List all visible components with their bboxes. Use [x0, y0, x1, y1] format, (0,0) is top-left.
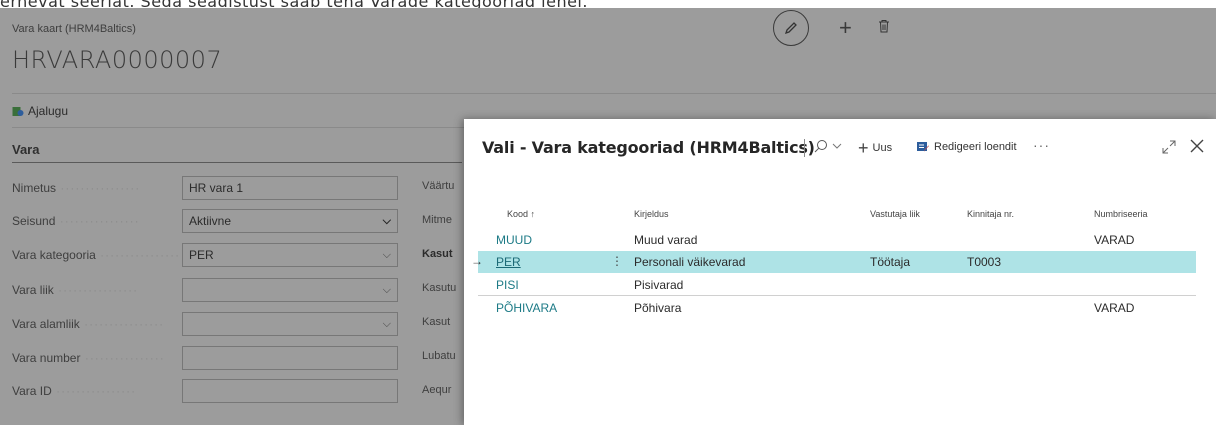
- asset-id-input[interactable]: [182, 379, 398, 403]
- table-row[interactable]: PISI Pisivarad: [478, 274, 1196, 296]
- column-header-number-series[interactable]: Numbriseeria: [1094, 209, 1148, 219]
- breadcrumb: Vara kaart (HRM4Baltics): [12, 23, 136, 35]
- column-header-description[interactable]: Kirjeldus: [634, 209, 669, 219]
- chevron-down-icon: ⌵: [382, 215, 391, 227]
- description-cell: Muud varad: [634, 233, 698, 247]
- search-button[interactable]: [814, 139, 842, 153]
- field-value: PER: [189, 248, 214, 262]
- field-label: Vara kategooria: [12, 248, 182, 262]
- right-field-label: Kasut: [422, 316, 451, 328]
- right-field-label: Mitme: [422, 214, 452, 226]
- plus-icon: +: [858, 138, 869, 158]
- section-underline: [12, 162, 462, 163]
- right-field-label: Kasut: [422, 248, 453, 260]
- right-field-label: Lubatu: [422, 350, 456, 362]
- table-row[interactable]: MUUD Muud varad VARAD: [478, 229, 1196, 251]
- asset-number-input[interactable]: [182, 346, 398, 370]
- edit-button[interactable]: [773, 10, 809, 46]
- edit-list-button[interactable]: Redigeeri loendit: [917, 141, 1017, 153]
- trash-icon: [878, 19, 889, 32]
- code-cell[interactable]: PISI: [496, 278, 519, 292]
- edit-list-icon: [917, 142, 929, 152]
- field-seisund: Seisund Aktiivne ⌵: [12, 209, 402, 233]
- pencil-icon: [784, 22, 797, 35]
- field-nimetus: Nimetus HR vara 1: [12, 176, 402, 200]
- arrow-right-icon: →: [471, 254, 483, 268]
- field-vara-liik: Vara liik ⌵: [12, 278, 402, 302]
- search-icon: [814, 140, 827, 153]
- chevron-down-icon: [832, 143, 842, 149]
- delete-button[interactable]: [878, 19, 890, 38]
- field-label: Vara alamliik: [12, 317, 182, 331]
- edit-list-label: Redigeeri loendit: [934, 141, 1017, 153]
- card-actions: +: [773, 10, 890, 46]
- description-cell: Pisivarad: [634, 278, 684, 292]
- close-icon[interactable]: [1189, 138, 1205, 159]
- divider: [804, 139, 805, 157]
- right-field-label: Kasutu: [422, 282, 457, 294]
- history-label: Ajalugu: [28, 104, 69, 118]
- field-value: Aktiivne: [189, 214, 232, 228]
- description-cell: Personali väikevarad: [634, 255, 746, 269]
- new-button[interactable]: +: [839, 17, 852, 39]
- category-select[interactable]: PER ⌵: [182, 243, 398, 267]
- expand-icon[interactable]: [1162, 140, 1176, 159]
- field-label: Vara number: [12, 351, 182, 365]
- chevron-down-icon: ⌵: [382, 284, 391, 296]
- responsible-cell: Töötaja: [870, 255, 911, 269]
- status-select[interactable]: Aktiivne ⌵: [182, 209, 398, 233]
- chevron-down-icon: ⌵: [382, 249, 391, 261]
- field-label: Vara ID: [12, 384, 182, 398]
- field-value: HR vara 1: [189, 181, 244, 195]
- new-record-button[interactable]: + Uus: [858, 139, 892, 157]
- series-cell: VARAD: [1094, 233, 1135, 247]
- table-row[interactable]: PÕHIVARA Põhivara VARAD: [478, 297, 1196, 319]
- right-field-label: Väärtu: [422, 180, 455, 192]
- field-label: Vara liik: [12, 283, 182, 297]
- field-vara-kategooria: Vara kategooria PER ⌵: [12, 243, 402, 267]
- more-options-button[interactable]: ···: [1033, 137, 1050, 153]
- row-menu-icon[interactable]: ⋮: [611, 254, 623, 268]
- table-row-selected[interactable]: → PER ⋮ Personali väikevarad Töötaja T00…: [471, 251, 1196, 273]
- page-title: HRVARA0000007: [12, 46, 223, 74]
- column-header-approver[interactable]: Kinnitaja nr.: [967, 209, 1014, 219]
- field-vara-alamliik: Vara alamliik ⌵: [12, 312, 402, 336]
- history-icon: [12, 107, 24, 116]
- history-action[interactable]: Ajalugu: [12, 104, 68, 118]
- column-header-code[interactable]: Kood ↑: [507, 209, 535, 219]
- code-cell[interactable]: PER: [496, 255, 521, 269]
- divider: [12, 93, 1216, 94]
- series-cell: VARAD: [1094, 301, 1135, 315]
- chevron-down-icon: ⌵: [382, 318, 391, 330]
- field-label: Seisund: [12, 214, 182, 228]
- field-vara-number: Vara number: [12, 346, 402, 370]
- right-field-label: Aequr: [422, 384, 452, 396]
- field-vara-id: Vara ID: [12, 379, 402, 403]
- name-input[interactable]: HR vara 1: [182, 176, 398, 200]
- description-cell: Põhivara: [634, 301, 682, 315]
- new-button-label: Uus: [872, 142, 893, 154]
- type-select[interactable]: ⌵: [182, 278, 398, 302]
- lookup-dialog: Vali - Vara kategooriad (HRM4Baltics) + …: [464, 119, 1216, 425]
- section-title: Vara: [12, 142, 40, 157]
- subtype-select[interactable]: ⌵: [182, 312, 398, 336]
- column-header-responsible-type[interactable]: Vastutaja liik: [870, 209, 920, 219]
- dialog-title: Vali - Vara kategooriad (HRM4Baltics): [482, 138, 815, 157]
- code-cell[interactable]: PÕHIVARA: [496, 301, 557, 315]
- approver-cell: T0003: [967, 255, 1002, 269]
- field-label: Nimetus: [12, 181, 182, 195]
- code-cell[interactable]: MUUD: [496, 233, 532, 247]
